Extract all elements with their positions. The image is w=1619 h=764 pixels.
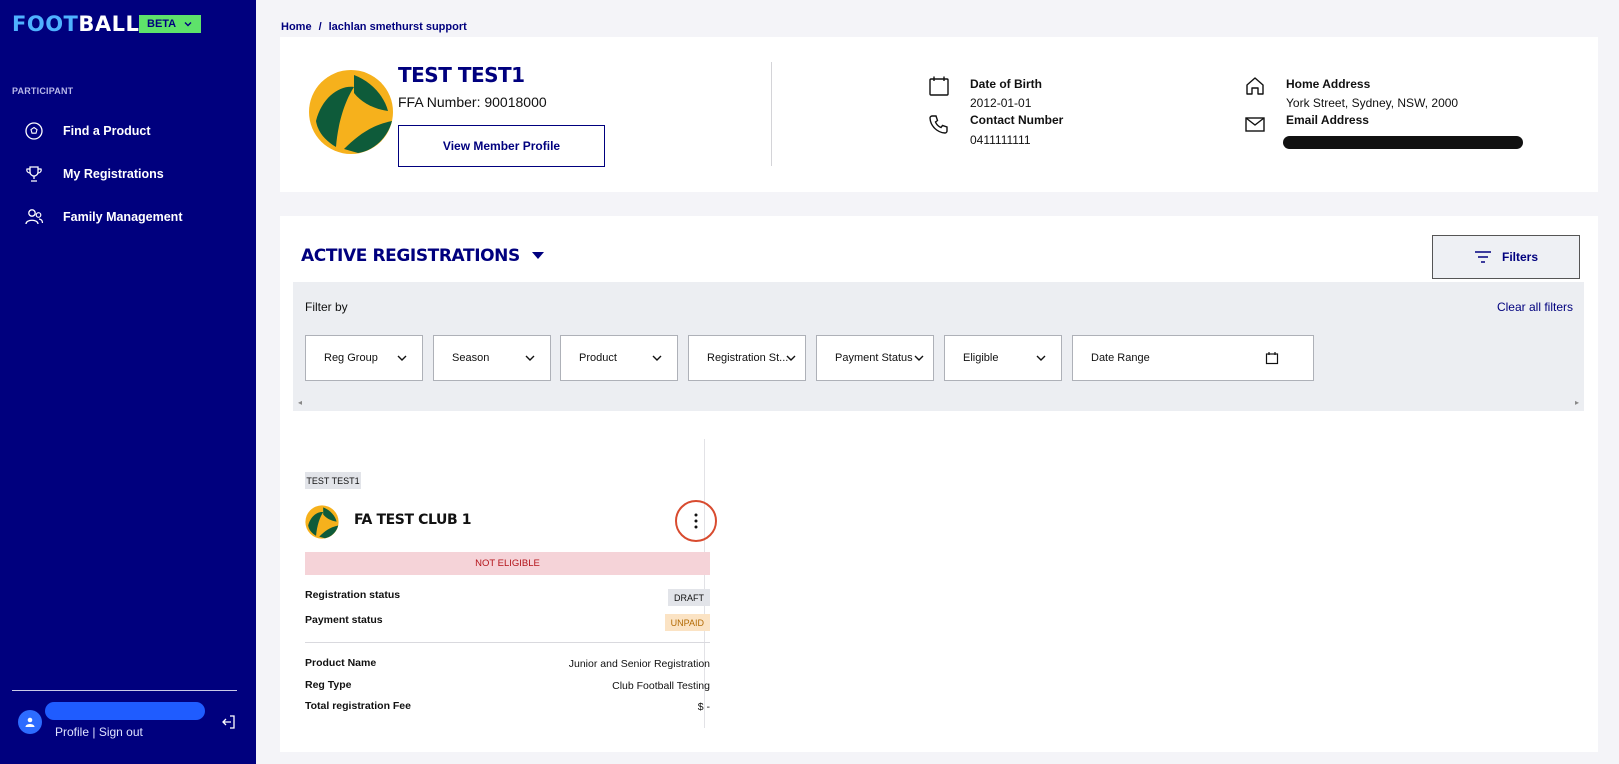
registration-status-badge: DRAFT: [668, 589, 710, 606]
profile-links: Profile | Sign out: [55, 725, 143, 739]
payment-status-label: Payment status: [305, 614, 383, 626]
horizontal-scrollbar[interactable]: ◂ ▸: [293, 395, 1584, 411]
payment-status-badge: UNPAID: [664, 614, 710, 631]
registrations-panel: ACTIVE REGISTRATIONS Filters Filter by C…: [280, 216, 1598, 752]
address-value: York Street, Sydney, NSW, 2000: [1286, 96, 1459, 110]
chevron-down-icon: [652, 355, 662, 361]
contact-label: Contact Number: [970, 113, 1064, 127]
dob-label: Date of Birth: [970, 77, 1042, 91]
profile-link-separator: |: [89, 725, 99, 739]
home-icon: [1246, 77, 1264, 95]
sidebar-item-label: Family Management: [63, 210, 183, 224]
chevron-down-icon: [914, 355, 924, 361]
view-member-profile-button[interactable]: View Member Profile: [398, 125, 605, 167]
filter-label: Season: [452, 352, 490, 364]
signout-link[interactable]: Sign out: [99, 725, 143, 739]
filter-date-range[interactable]: Date Range: [1072, 335, 1314, 381]
sidebar-divider: [12, 690, 237, 691]
profile-link[interactable]: Profile: [55, 725, 89, 739]
filters-button-label: Filters: [1501, 250, 1538, 264]
kebab-menu-icon: [694, 513, 698, 529]
filter-registration-status[interactable]: Registration St...: [688, 335, 806, 381]
calendar-icon: [929, 76, 949, 96]
filter-label: Product: [579, 352, 617, 364]
user-icon: [25, 717, 35, 727]
football-australia-logo: [309, 70, 393, 154]
filter-season[interactable]: Season: [433, 335, 551, 381]
email-label: Email Address: [1286, 113, 1369, 127]
breadcrumb: Home / lachlan smethurst support: [281, 21, 467, 33]
total-fee-value: $ -: [697, 701, 710, 713]
calendar-icon: [1265, 352, 1279, 365]
filter-label: Reg Group: [324, 352, 378, 364]
breadcrumb-current: lachlan smethurst support: [328, 21, 467, 33]
registration-status-label: Registration status: [305, 589, 401, 601]
logo-part-foot: FOOT: [12, 12, 79, 36]
club-logo: [305, 505, 339, 539]
sidebar-item-label: My Registrations: [63, 167, 164, 181]
member-card-divider: [771, 62, 772, 166]
active-registrations-dropdown[interactable]: ACTIVE REGISTRATIONS: [301, 246, 544, 266]
filter-icon: [1474, 251, 1491, 263]
filter-label: Payment Status: [835, 352, 913, 364]
sidebar-item-find-a-product[interactable]: Find a Product: [24, 119, 151, 143]
filter-by-label: Filter by: [305, 300, 348, 314]
filter-bar: Filter by Clear all filters Reg Group Se…: [293, 282, 1584, 411]
filter-label: Eligible: [963, 352, 999, 364]
member-name: TEST TEST1: [398, 63, 525, 87]
sidebar-section-label: PARTICIPANT: [12, 86, 74, 96]
club-name: FA TEST CLUB 1: [354, 512, 472, 528]
logo-part-ball: BALL: [78, 12, 140, 36]
card-divider: [305, 642, 710, 643]
product-name-label: Product Name: [305, 657, 377, 669]
filter-eligible[interactable]: Eligible: [944, 335, 1062, 381]
football-icon: [25, 122, 43, 140]
reg-type-value: Club Football Testing: [612, 680, 710, 692]
total-fee-label: Total registration Fee: [305, 700, 411, 712]
clear-all-filters-link[interactable]: Clear all filters: [1497, 300, 1573, 314]
breadcrumb-separator: /: [318, 21, 322, 33]
chevron-down-icon: [184, 22, 192, 27]
user-name-redacted: [45, 702, 205, 720]
sidebar-item-my-registrations[interactable]: My Registrations: [24, 162, 164, 186]
registrations-title: ACTIVE REGISTRATIONS: [301, 246, 520, 266]
card-more-options-button[interactable]: [675, 500, 717, 542]
email-value-redacted: [1283, 136, 1523, 149]
eligibility-banner: NOT ELIGIBLE: [305, 552, 710, 575]
scroll-left-arrow-icon[interactable]: ◂: [298, 398, 302, 407]
sign-out-icon[interactable]: [220, 714, 236, 730]
chevron-down-icon: [525, 355, 535, 361]
beta-label: BETA: [147, 18, 177, 30]
scroll-right-arrow-icon[interactable]: ▸: [1575, 398, 1579, 407]
filters-button[interactable]: Filters: [1432, 235, 1580, 279]
registrant-tag: TEST TEST1: [305, 472, 361, 489]
sidebar: FOOTBALL BETA PARTICIPANT Find a Product…: [0, 0, 256, 764]
family-icon: [25, 209, 44, 225]
contact-value: 0411111111: [970, 133, 1031, 147]
filter-reg-group[interactable]: Reg Group: [305, 335, 423, 381]
filter-label: Date Range: [1091, 352, 1150, 364]
sidebar-item-label: Find a Product: [63, 124, 151, 138]
chevron-down-icon: [786, 355, 796, 361]
app-logo[interactable]: FOOTBALL: [12, 12, 139, 36]
chevron-down-icon: [397, 355, 407, 361]
beta-dropdown[interactable]: BETA: [139, 15, 201, 33]
breadcrumb-home[interactable]: Home: [281, 21, 312, 33]
trophy-icon: [26, 166, 42, 182]
phone-icon: [929, 115, 948, 134]
address-label: Home Address: [1286, 77, 1371, 91]
email-icon: [1245, 117, 1265, 132]
filter-payment-status[interactable]: Payment Status: [816, 335, 934, 381]
member-summary-card: TEST TEST1 FFA Number: 90018000 View Mem…: [280, 37, 1598, 192]
filter-label: Registration St...: [707, 352, 789, 364]
chevron-down-icon: [1036, 355, 1046, 361]
product-name-value: Junior and Senior Registration: [568, 658, 710, 670]
sidebar-item-family-management[interactable]: Family Management: [24, 205, 182, 229]
ffa-number: FFA Number: 90018000: [398, 94, 547, 110]
caret-down-icon: [531, 252, 544, 259]
avatar[interactable]: [18, 710, 42, 734]
reg-type-label: Reg Type: [305, 679, 352, 691]
dob-value: 2012-01-01: [970, 96, 1032, 110]
filter-product[interactable]: Product: [560, 335, 678, 381]
